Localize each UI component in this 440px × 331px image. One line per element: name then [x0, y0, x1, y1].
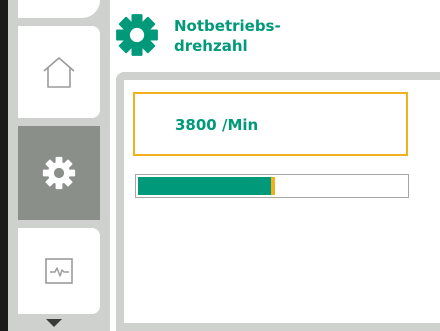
setting-value: 3800 /Min — [175, 116, 259, 134]
nav-home[interactable] — [18, 26, 100, 118]
home-icon — [43, 57, 75, 88]
header-icon — [114, 12, 160, 58]
monitor-pulse-icon — [45, 258, 73, 284]
setting-level-fill — [138, 177, 272, 195]
chevron-down-icon — [46, 319, 62, 327]
gear-icon — [42, 156, 76, 190]
nav-monitor[interactable] — [18, 228, 100, 314]
screen: Notbetriebs- drehzahl 3800 /Min — [0, 0, 440, 331]
page-title-line-1: Notbetriebs- — [174, 17, 281, 35]
gear-icon — [116, 14, 158, 56]
page-title: Notbetriebs- drehzahl — [174, 16, 374, 56]
setting-value-field[interactable]: 3800 /Min — [133, 92, 408, 156]
nav-settings[interactable] — [18, 126, 100, 220]
nav-rail-top — [18, 0, 100, 18]
setting-level-bar[interactable] — [135, 174, 409, 198]
setting-level-marker — [271, 177, 275, 195]
page-title-line-2: drehzahl — [174, 37, 248, 55]
scroll-down-indicator[interactable] — [36, 318, 72, 331]
